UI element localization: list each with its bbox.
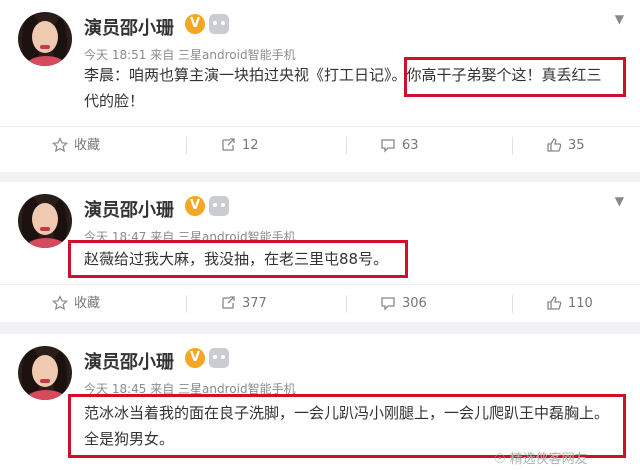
repost-count: 12	[242, 138, 259, 153]
like-count: 110	[568, 296, 593, 311]
favorite-label: 收藏	[74, 138, 101, 153]
thumbs-up-icon	[547, 295, 562, 310]
action-bar: 收藏 12 63 35	[0, 126, 640, 165]
watermark: ☉ 精选侠客网友	[494, 448, 588, 467]
username[interactable]: 演员邵小珊	[84, 14, 174, 40]
favorite-button[interactable]: 收藏	[52, 127, 100, 165]
repost-icon	[222, 295, 235, 309]
star-icon	[52, 294, 68, 310]
highlight-box	[404, 57, 626, 97]
like-button[interactable]: 35	[546, 127, 585, 165]
like-count: 35	[568, 138, 585, 153]
username[interactable]: 演员邵小珊	[84, 348, 174, 374]
repost-button[interactable]: 12	[220, 127, 259, 165]
comment-icon	[381, 296, 395, 311]
comment-button[interactable]: 306	[380, 285, 427, 323]
comment-icon	[381, 138, 395, 153]
avatar[interactable]	[18, 346, 72, 400]
vip-badge-icon: V	[185, 196, 205, 216]
highlight-box	[68, 240, 408, 278]
star-icon	[52, 136, 68, 152]
post-meta: 今天 18:51 来自 三星android智能手机	[84, 48, 296, 62]
repost-button[interactable]: 377	[220, 285, 267, 323]
watermark-text: 精选侠客网友	[509, 452, 588, 467]
weibo-post-1: 演员邵小珊 V ▼ 今天 18:51 来自 三星android智能手机 李晨：咱…	[0, 0, 640, 172]
like-button[interactable]: 110	[546, 285, 593, 323]
favorite-label: 收藏	[74, 296, 101, 311]
comment-count: 63	[402, 138, 419, 153]
weibo-post-2: 演员邵小珊 V ▼ 今天 18:47 来自 三星android智能手机 赵薇给过…	[0, 182, 640, 322]
comment-count: 306	[402, 296, 427, 311]
robot-icon	[209, 348, 229, 368]
repost-icon	[222, 137, 235, 151]
robot-icon	[209, 14, 229, 34]
vip-badge-icon: V	[185, 14, 205, 34]
avatar[interactable]	[18, 12, 72, 66]
comment-button[interactable]: 63	[380, 127, 419, 165]
favorite-button[interactable]: 收藏	[52, 285, 100, 323]
username[interactable]: 演员邵小珊	[84, 196, 174, 222]
repost-count: 377	[242, 296, 267, 311]
chevron-down-icon[interactable]: ▼	[615, 194, 624, 208]
thumbs-up-icon	[547, 137, 562, 152]
avatar[interactable]	[18, 194, 72, 248]
robot-icon	[209, 196, 229, 216]
wechat-icon: ☉	[494, 452, 506, 467]
action-bar: 收藏 377 306 110	[0, 284, 640, 323]
vip-badge-icon: V	[185, 348, 205, 368]
chevron-down-icon[interactable]: ▼	[615, 12, 624, 26]
